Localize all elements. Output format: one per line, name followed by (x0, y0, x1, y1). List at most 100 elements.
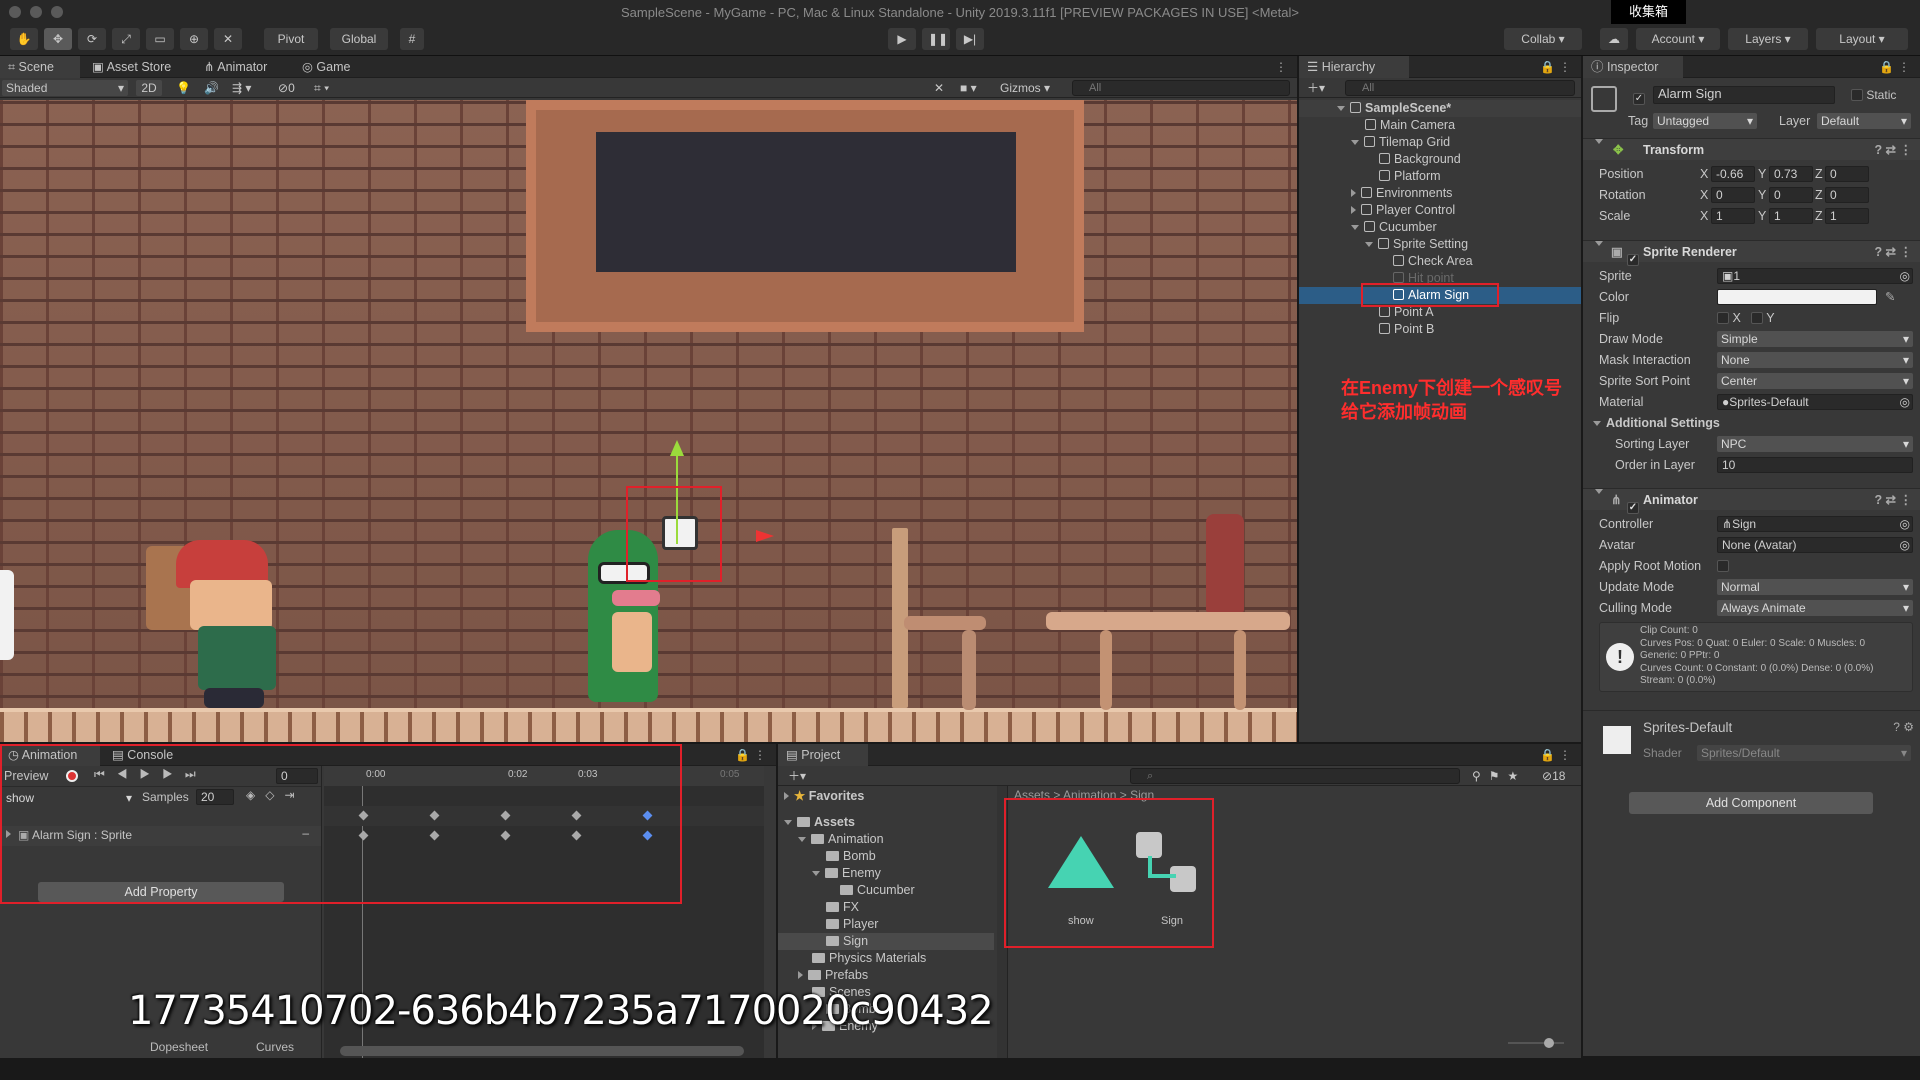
tab-asset-store[interactable]: ▣ Asset Store (84, 56, 184, 78)
kebab-menu-icon[interactable]: ⋮ (1275, 60, 1287, 74)
expand-arrow-icon[interactable] (1351, 225, 1359, 230)
hierarchy-item-sprite-setting[interactable]: Sprite Setting (1299, 236, 1581, 253)
shader-dropdown[interactable]: Sprites/Default ▾ (1697, 745, 1911, 761)
collapse-arrow-icon[interactable] (1351, 189, 1356, 197)
lock-icon[interactable]: 🔒 (735, 748, 750, 762)
tree-prefabs[interactable]: Prefabs (798, 967, 868, 984)
tab-inspector[interactable]: ⓘ Inspector (1583, 56, 1683, 78)
kebab-menu-icon[interactable]: ⋮ (754, 748, 766, 762)
custom-tool-button[interactable]: ✕ (214, 28, 242, 50)
object-name-field[interactable]: Alarm Sign (1653, 86, 1835, 104)
tree-assets[interactable]: Assets (784, 814, 855, 831)
tools-icon[interactable]: ✕ (930, 80, 950, 96)
scale-tool-button[interactable]: ⤢ (112, 28, 140, 50)
effects-icon[interactable]: ⇶ ▾ (228, 80, 264, 96)
grid-icon[interactable]: ⌗ ▾ (310, 80, 346, 96)
lock-icon[interactable]: 🔒 (1540, 60, 1555, 74)
favorites-folder[interactable]: ★ Favorites (784, 788, 864, 805)
lighting-icon[interactable]: 💡 (172, 80, 192, 96)
position-y-field[interactable]: 0.73 (1769, 166, 1813, 182)
shading-dropdown[interactable]: Shaded ▾ (2, 80, 128, 96)
hierarchy-search-input[interactable]: All (1345, 80, 1575, 96)
flip-x-checkbox[interactable]: X (1717, 309, 1741, 327)
add-component-button[interactable]: Add Component (1629, 792, 1873, 814)
sprite-renderer-header[interactable]: ▣ ✓ Sprite Renderer? ⇄ ⋮ (1583, 240, 1920, 266)
hierarchy-scene-root[interactable]: SampleScene* (1299, 100, 1581, 117)
transform-tool-button[interactable]: ⊕ (180, 28, 208, 50)
rotation-z-field[interactable]: 0 (1825, 187, 1869, 203)
static-toggle[interactable]: Static (1851, 88, 1896, 102)
scale-x-field[interactable]: 1 (1711, 208, 1755, 224)
position-x-field[interactable]: -0.66 (1711, 166, 1755, 182)
tree-fx[interactable]: FX (826, 899, 859, 916)
tab-project[interactable]: ▤ Project (778, 744, 868, 766)
update-mode-dropdown[interactable]: Normal ▾ (1717, 579, 1913, 595)
tag-dropdown[interactable]: Untagged ▾ (1653, 113, 1757, 129)
collab-dropdown[interactable]: Collab ▾ (1504, 28, 1582, 50)
play-button[interactable]: ▶ (888, 28, 916, 50)
camera-icon[interactable]: ■ ▾ (956, 80, 986, 96)
tree-animation[interactable]: Animation (798, 831, 884, 848)
animator-enabled-checkbox[interactable]: ✓ (1627, 493, 1639, 515)
tree-enemy[interactable]: Enemy (812, 865, 881, 882)
cloud-icon[interactable]: ☁ (1600, 28, 1628, 50)
component-settings-icon[interactable]: ? ⇄ ⋮ (1874, 489, 1912, 511)
material-settings-icon[interactable]: ? ⚙ (1893, 720, 1914, 734)
component-settings-icon[interactable]: ? ⇄ ⋮ (1874, 241, 1912, 263)
global-toggle[interactable]: Global (330, 28, 388, 50)
pivot-toggle[interactable]: Pivot (264, 28, 318, 50)
tab-curves[interactable]: Curves (256, 1040, 294, 1054)
2d-toggle[interactable]: 2D (136, 80, 162, 96)
transform-header[interactable]: ✥ Transform? ⇄ ⋮ (1583, 138, 1920, 160)
controller-field[interactable]: ⋔Sign ◎ (1717, 516, 1913, 532)
icon-size-slider[interactable] (1508, 1042, 1564, 1044)
component-settings-icon[interactable]: ? ⇄ ⋮ (1874, 139, 1912, 161)
hierarchy-item-environments[interactable]: Environments (1299, 185, 1581, 202)
hierarchy-item-player-control[interactable]: Player Control (1299, 202, 1581, 219)
active-checkbox[interactable]: ✓ (1633, 88, 1645, 105)
hierarchy-item-platform[interactable]: Platform (1299, 168, 1581, 185)
hierarchy-item-main-camera[interactable]: Main Camera (1299, 117, 1581, 134)
expand-arrow-icon[interactable] (1365, 242, 1373, 247)
tab-game[interactable]: ◎ Game (294, 56, 364, 78)
tree-physics-materials[interactable]: Physics Materials (812, 950, 926, 967)
mask-interaction-dropdown[interactable]: None ▾ (1717, 352, 1913, 368)
tree-player[interactable]: Player (826, 916, 878, 933)
tab-animator[interactable]: ⋔ Animator (196, 56, 286, 78)
icon-size-slider-handle[interactable] (1544, 1038, 1554, 1048)
create-plus-button[interactable]: ＋▾ (1303, 80, 1333, 96)
scale-y-field[interactable]: 1 (1769, 208, 1813, 224)
create-plus-button[interactable]: ＋▾ (784, 768, 814, 784)
grid-snap-button[interactable]: # (400, 28, 424, 50)
step-button[interactable]: ▶| (956, 28, 984, 50)
move-gizmo-y-arrow-icon[interactable] (670, 440, 684, 456)
additional-settings-foldout[interactable]: Additional Settings (1593, 414, 1912, 432)
rotation-x-field[interactable]: 0 (1711, 187, 1755, 203)
timeline-scrollbar[interactable] (340, 1046, 744, 1056)
hierarchy-item-point-b[interactable]: Point B (1299, 321, 1581, 338)
rotation-y-field[interactable]: 0 (1769, 187, 1813, 203)
move-gizmo-x-arrow-icon[interactable] (756, 530, 774, 542)
layout-dropdown[interactable]: Layout ▾ (1816, 28, 1908, 50)
apply-root-motion-checkbox[interactable] (1717, 557, 1729, 575)
animator-header[interactable]: ⋔ ✓ Animator? ⇄ ⋮ (1583, 488, 1920, 514)
scene-search-input[interactable]: All (1072, 80, 1290, 96)
avatar-field[interactable]: None (Avatar) ◎ (1717, 537, 1913, 553)
hierarchy-item-tilemap-grid[interactable]: Tilemap Grid (1299, 134, 1581, 151)
order-in-layer-field[interactable]: 10 (1717, 457, 1913, 473)
position-z-field[interactable]: 0 (1825, 166, 1869, 182)
sprite-renderer-enabled-checkbox[interactable]: ✓ (1627, 245, 1639, 267)
layers-dropdown[interactable]: Layers ▾ (1728, 28, 1808, 50)
gizmos-dropdown[interactable]: Gizmos ▾ (996, 80, 1062, 96)
scale-z-field[interactable]: 1 (1825, 208, 1869, 224)
color-swatch[interactable] (1717, 289, 1877, 305)
culling-mode-dropdown[interactable]: Always Animate ▾ (1717, 600, 1913, 616)
tab-dopesheet[interactable]: Dopesheet (150, 1040, 208, 1054)
draw-mode-dropdown[interactable]: Simple ▾ (1717, 331, 1913, 347)
kebab-menu-icon[interactable]: ⋮ (1898, 60, 1910, 74)
sprite-sort-point-dropdown[interactable]: Center ▾ (1717, 373, 1913, 389)
move-tool-button[interactable]: ✥ (44, 28, 72, 50)
hierarchy-item-check-area[interactable]: Check Area (1299, 253, 1581, 270)
lock-icon[interactable]: 🔒 (1879, 60, 1894, 74)
rotate-tool-button[interactable]: ⟳ (78, 28, 106, 50)
